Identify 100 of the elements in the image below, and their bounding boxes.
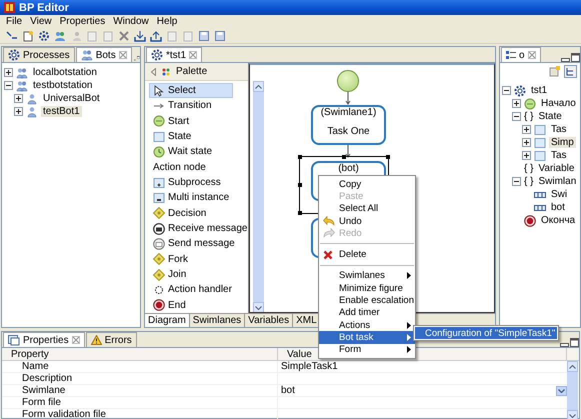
close-icon[interactable] (72, 336, 80, 344)
menu-item[interactable]: Swimlanes (319, 270, 415, 282)
editor-tab[interactable]: *tst1 (146, 47, 202, 62)
close-icon[interactable] (528, 51, 536, 59)
menu-item[interactable]: Window (109, 16, 153, 27)
property-value[interactable]: SimpleTask1 (281, 361, 338, 372)
view-tab[interactable]: Errors (86, 332, 137, 347)
palette-item[interactable]: Receive message (149, 220, 252, 236)
menu-item[interactable]: Delete (319, 248, 415, 261)
gear-icon (514, 84, 526, 96)
palette-item[interactable]: End (149, 298, 252, 313)
palette-item[interactable]: Send message (149, 236, 252, 252)
menu-item[interactable]: Select All (319, 202, 415, 215)
column-header[interactable]: Property (2, 348, 278, 360)
palette-item[interactable]: Decision (149, 206, 252, 221)
tree-item[interactable]: UniversalBot (41, 93, 102, 104)
expand-toggle[interactable] (522, 125, 531, 134)
tree-item[interactable]: tst1 (529, 85, 550, 96)
import-icon[interactable] (134, 30, 146, 42)
view-tab[interactable]: Properties (3, 332, 85, 347)
palette-item[interactable]: Action node (149, 160, 252, 175)
delete-icon[interactable] (118, 30, 130, 42)
expand-toggle[interactable] (14, 107, 23, 116)
tree-item[interactable]: testBot1 (41, 106, 82, 117)
menu-item[interactable]: Bot task (319, 331, 415, 344)
menu-item[interactable]: Enable escalation (319, 294, 415, 307)
tree-item[interactable]: Swimlan (536, 176, 578, 187)
scrollbar[interactable] (567, 361, 578, 419)
dropdown-button[interactable] (556, 386, 567, 396)
scroll-up-icon[interactable] (569, 364, 576, 368)
palette-item[interactable]: Subprocess (149, 174, 252, 190)
close-icon[interactable] (189, 51, 198, 59)
scrollbar[interactable] (253, 81, 264, 313)
expand-toggle[interactable] (512, 112, 521, 121)
tree-item[interactable]: Tas (549, 124, 569, 135)
square-icon (534, 150, 546, 162)
menu-item[interactable]: Actions (319, 318, 415, 332)
menu-item[interactable]: File (2, 16, 26, 27)
expand-toggle[interactable] (14, 94, 23, 103)
menu-item[interactable]: View (26, 16, 56, 27)
view-tab[interactable]: Bots (76, 47, 132, 62)
menu-item[interactable]: Add timer (319, 306, 415, 319)
scroll-up-icon[interactable] (255, 84, 262, 88)
palette-item[interactable]: Start (149, 114, 252, 129)
tree-item[interactable]: Оконча (539, 215, 578, 226)
property-value[interactable]: bot (281, 385, 295, 396)
expand-toggle[interactable] (502, 86, 511, 95)
minimize-icon[interactable] (560, 343, 569, 347)
window-title: BP Editor (19, 2, 69, 14)
save-icon[interactable] (214, 30, 226, 42)
scroll-down-icon[interactable] (255, 306, 262, 310)
palette-item[interactable]: Wait state (149, 144, 252, 160)
tree-item[interactable]: Tas (549, 150, 569, 161)
menu-item[interactable]: Copy (319, 178, 415, 190)
view-tab[interactable]: Processes (3, 47, 75, 62)
property-name: Form validation file (2, 409, 278, 419)
palette-item[interactable]: Multi instance (149, 190, 252, 206)
expand-toggle[interactable] (512, 99, 521, 108)
view-tab[interactable]: o (501, 47, 541, 62)
tree-item[interactable]: Simp (549, 137, 576, 148)
menu-item[interactable]: Undo (319, 214, 415, 228)
tree-item[interactable]: localbotstation (31, 67, 99, 78)
tree-item[interactable]: Variable (536, 163, 576, 174)
palette-item[interactable]: Transition (149, 98, 252, 114)
tree-item[interactable]: bot (549, 202, 567, 213)
maximize-icon[interactable] (571, 53, 580, 62)
expand-toggle[interactable] (522, 138, 531, 147)
menu-item[interactable]: Configuration of "SimpleTask1" (415, 327, 557, 339)
people-icon[interactable] (54, 30, 66, 42)
palette-item[interactable]: Fork (149, 252, 252, 267)
maximize-icon[interactable] (137, 53, 140, 62)
new-document-icon[interactable] (22, 30, 34, 42)
editor-page-tab[interactable]: Diagram (145, 314, 190, 327)
tree-item[interactable]: Начало (539, 98, 578, 109)
editor-page-tab[interactable]: Variables (245, 314, 294, 327)
save-icon[interactable] (198, 30, 210, 42)
export-icon[interactable] (150, 30, 162, 42)
expand-toggle[interactable] (4, 68, 13, 77)
gear-icon[interactable] (38, 30, 50, 42)
expand-toggle[interactable] (522, 151, 531, 160)
menu-item[interactable]: Help (152, 16, 182, 27)
tree-item[interactable]: State (536, 111, 564, 122)
tree-view-icon[interactable] (564, 65, 577, 78)
palette-item[interactable]: Join (149, 266, 252, 282)
palette-item[interactable]: Select (149, 83, 234, 98)
close-icon[interactable] (118, 51, 127, 59)
minimize-icon[interactable] (561, 58, 570, 62)
tree-item[interactable]: testbotstation (31, 80, 94, 91)
palette-item[interactable]: Action handler (149, 282, 252, 298)
expand-toggle[interactable] (512, 177, 521, 186)
menu-item[interactable]: Properties (56, 16, 110, 27)
scroll-down-icon[interactable] (569, 414, 576, 418)
connector-icon[interactable] (6, 30, 18, 42)
menu-item[interactable]: Minimize figure (319, 282, 415, 294)
tree-item[interactable]: Swi (549, 189, 570, 200)
expand-toggle[interactable] (4, 81, 13, 90)
maximize-icon[interactable] (570, 338, 579, 347)
collapse-icon[interactable] (151, 68, 156, 76)
palette-item[interactable]: State (149, 128, 252, 144)
caret-icon (558, 388, 565, 392)
